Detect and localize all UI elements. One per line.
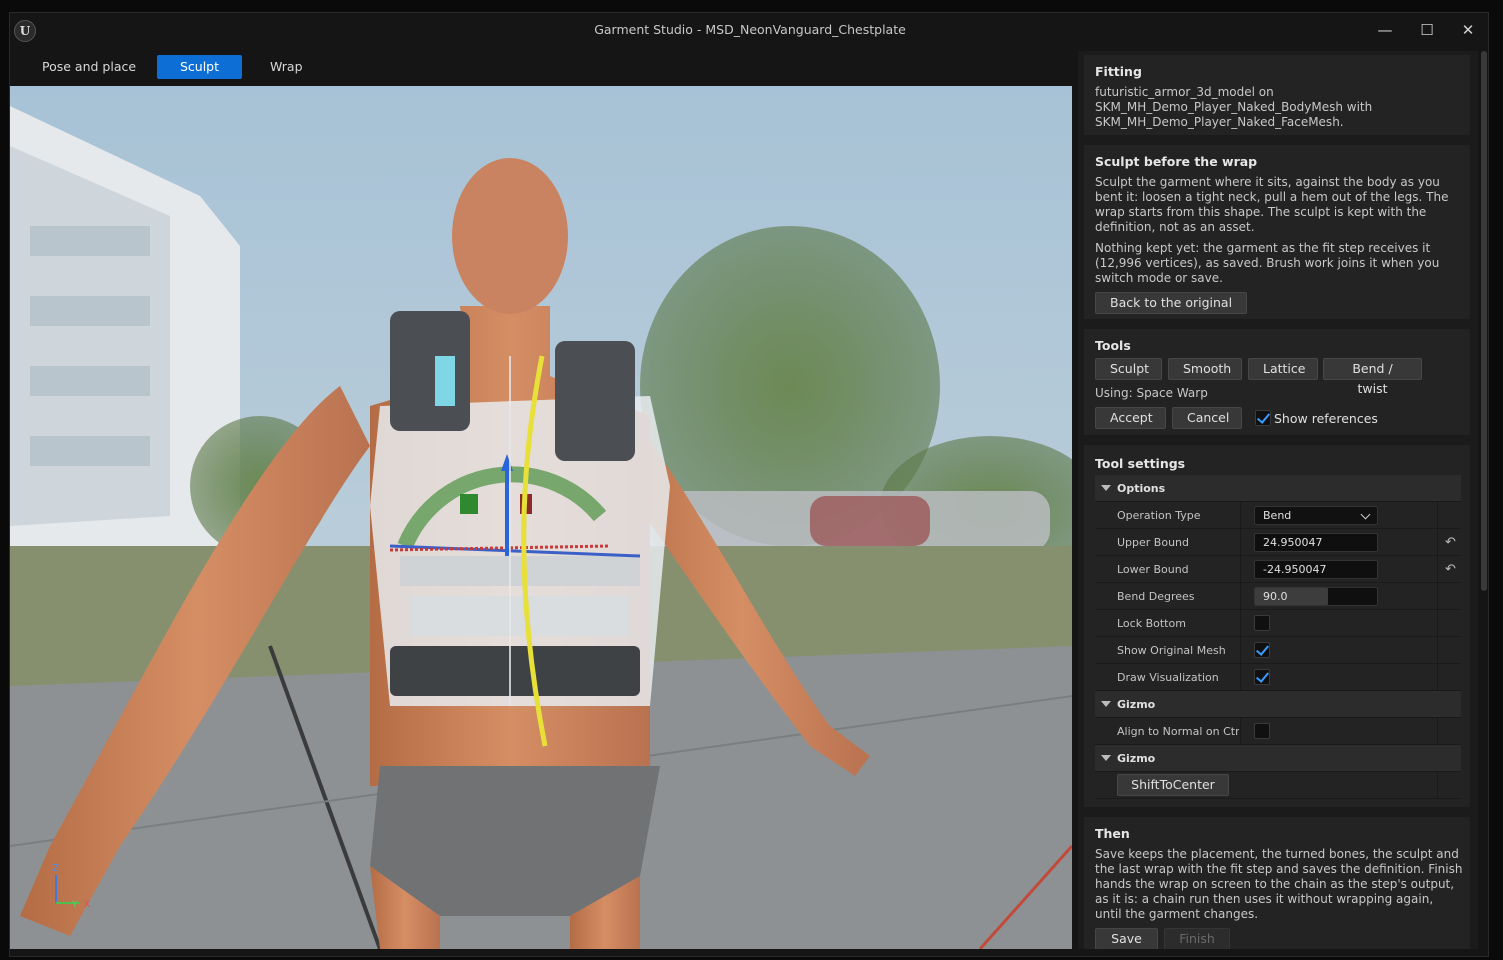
align-to-normal-row: Align to Normal on Ctrl... [1095, 718, 1461, 745]
cancel-button[interactable]: Cancel [1172, 407, 1242, 429]
show-references-label: Show references [1274, 411, 1378, 426]
active-tool-text: Using: Space Warp [1095, 386, 1208, 400]
options-group-header[interactable]: Options [1095, 475, 1461, 502]
show-original-mesh-row: Show Original Mesh [1095, 637, 1461, 664]
show-original-mesh-checkbox[interactable] [1254, 642, 1270, 658]
sculpt-text-1: Sculpt the garment where it sits, agains… [1095, 175, 1449, 234]
smooth-tool-button[interactable]: Smooth [1168, 358, 1242, 380]
then-text: Save keeps the placement, the turned bon… [1095, 847, 1463, 921]
upper-bound-input[interactable]: 24.950047 [1254, 533, 1378, 552]
accept-button[interactable]: Accept [1095, 407, 1166, 429]
gizmo-group-header-2[interactable]: Gizmo [1095, 745, 1461, 772]
lower-bound-input[interactable]: -24.950047 [1254, 560, 1378, 579]
shift-to-center-row: ShiftToCenter [1095, 772, 1461, 799]
sculpt-tool-button[interactable]: Sculpt [1095, 358, 1162, 380]
back-to-original-button[interactable]: Back to the original [1095, 292, 1248, 314]
window-title: Garment Studio - MSD_NeonVanguard_Chestp… [594, 22, 906, 37]
tab-sculpt[interactable]: Sculpt [157, 55, 242, 79]
title-bar: U Garment Studio - MSD_NeonVanguard_Ches… [10, 13, 1488, 47]
collapse-triangle-icon [1101, 755, 1111, 761]
maximize-button[interactable]: ☐ [1407, 17, 1447, 43]
close-button[interactable]: ✕ [1448, 17, 1488, 43]
fitting-text: futuristic_armor_3d_model on SKM_MH_Demo… [1095, 85, 1373, 129]
draw-visualization-row: Draw Visualization [1095, 664, 1461, 691]
tab-wrap[interactable]: Wrap [258, 55, 315, 79]
lower-bound-row: Lower Bound -24.950047 ↶ [1095, 556, 1461, 583]
operation-type-row: Operation Type Bend [1095, 502, 1461, 529]
axis-y-label: Y [71, 900, 78, 909]
details-panel: Fitting futuristic_armor_3d_model on SKM… [1078, 51, 1478, 949]
save-button[interactable]: Save [1095, 928, 1158, 949]
collapse-triangle-icon [1101, 485, 1111, 491]
axis-x-label: X [84, 900, 90, 909]
operation-type-dropdown[interactable]: Bend [1254, 506, 1378, 525]
show-references-checkbox[interactable] [1255, 410, 1271, 426]
garment-studio-window: U Garment Studio - MSD_NeonVanguard_Ches… [9, 12, 1489, 957]
finish-button[interactable]: Finish [1164, 928, 1230, 949]
chevron-down-icon [1360, 509, 1371, 520]
bend-degrees-slider[interactable]: 90.0 [1254, 587, 1378, 606]
shift-to-center-button[interactable]: ShiftToCenter [1117, 774, 1229, 796]
then-heading: Then [1095, 826, 1130, 841]
fitting-section: Fitting futuristic_armor_3d_model on SKM… [1084, 55, 1470, 135]
bend-degrees-row: Bend Degrees 90.0 [1095, 583, 1461, 610]
fitting-heading: Fitting [1095, 64, 1142, 79]
tab-pose-and-place[interactable]: Pose and place [30, 55, 148, 79]
panel-scrollbar[interactable] [1481, 51, 1487, 591]
upper-bound-row: Upper Bound 24.950047 ↶ [1095, 529, 1461, 556]
tool-settings-section: Tool settings Options Operation Type Ben… [1084, 445, 1470, 807]
gizmo-group-header[interactable]: Gizmo [1095, 691, 1461, 718]
lock-bottom-row: Lock Bottom [1095, 610, 1461, 637]
lock-bottom-checkbox[interactable] [1254, 615, 1270, 631]
sculpt-heading: Sculpt before the wrap [1095, 154, 1258, 169]
tools-heading: Tools [1095, 338, 1131, 353]
tools-section: Tools Sculpt Smooth Lattice Bend / twist… [1084, 329, 1470, 435]
sculpt-text-2: Nothing kept yet: the garment as the fit… [1095, 241, 1440, 285]
draw-visualization-checkbox[interactable] [1254, 669, 1270, 685]
tool-settings-heading: Tool settings [1095, 456, 1186, 471]
reset-to-default-icon[interactable]: ↶ [1445, 562, 1456, 577]
axis-z-label: Z [52, 863, 59, 874]
align-to-normal-checkbox[interactable] [1254, 723, 1270, 739]
bend-twist-tool-button[interactable]: Bend / twist [1323, 358, 1422, 396]
lattice-tool-button[interactable]: Lattice [1248, 358, 1318, 380]
minimize-button[interactable]: — [1365, 17, 1405, 43]
3d-viewport[interactable]: Z Y X [10, 86, 1072, 949]
sculpt-section: Sculpt before the wrap Sculpt the garmen… [1084, 145, 1470, 319]
mode-tabs: Pose and place Sculpt Wrap [10, 51, 1072, 85]
axis-orientation-gizmo: Z Y X [52, 863, 90, 909]
collapse-triangle-icon [1101, 701, 1111, 707]
then-section: Then Save keeps the placement, the turne… [1084, 817, 1470, 949]
viewport-scene [10, 86, 1072, 949]
reset-to-default-icon[interactable]: ↶ [1445, 535, 1456, 550]
